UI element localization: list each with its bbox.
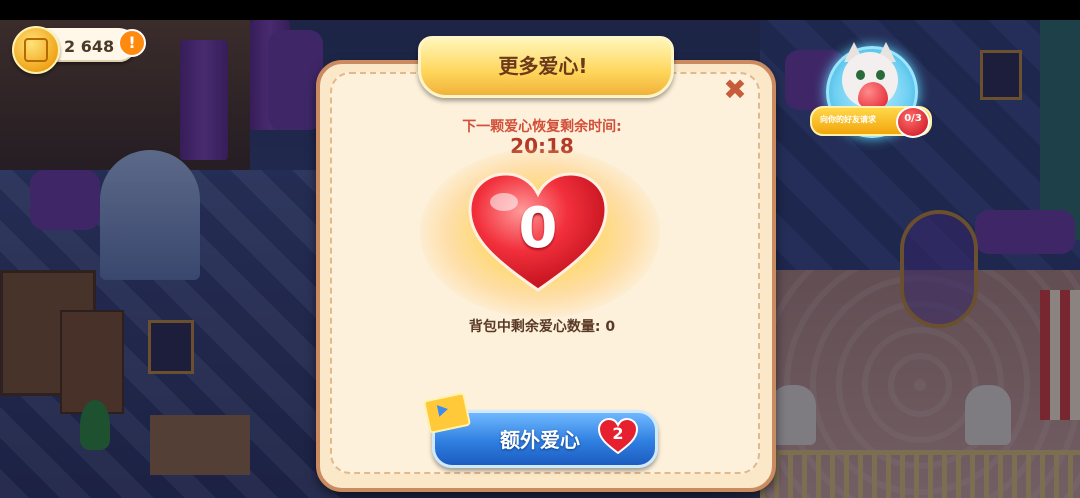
cat-eye-left: [856, 70, 865, 80]
friend-request-label: 向你的好友请求: [820, 115, 876, 124]
friend-request-count: 0/3: [904, 113, 922, 124]
coin-icon: [12, 26, 60, 74]
play-icon: [436, 403, 450, 417]
backpack-hearts-label: 背包中剩余爱心数量: 0: [468, 319, 616, 335]
dialog-title: 更多爱心!: [498, 54, 588, 78]
status-bar: [0, 0, 1080, 20]
extra-hearts-label: 额外爱心: [500, 428, 580, 452]
recover-time-label: 下一颗爱心恢复剩余时间:: [462, 119, 622, 135]
extra-hearts-count: 2: [612, 424, 624, 443]
coin-count: 2 648: [64, 37, 115, 56]
heart-count: 0: [518, 196, 558, 261]
cat-eye-right: [876, 70, 885, 80]
close-icon[interactable]: ✖: [720, 75, 750, 105]
alert-icon[interactable]: !: [118, 29, 146, 57]
